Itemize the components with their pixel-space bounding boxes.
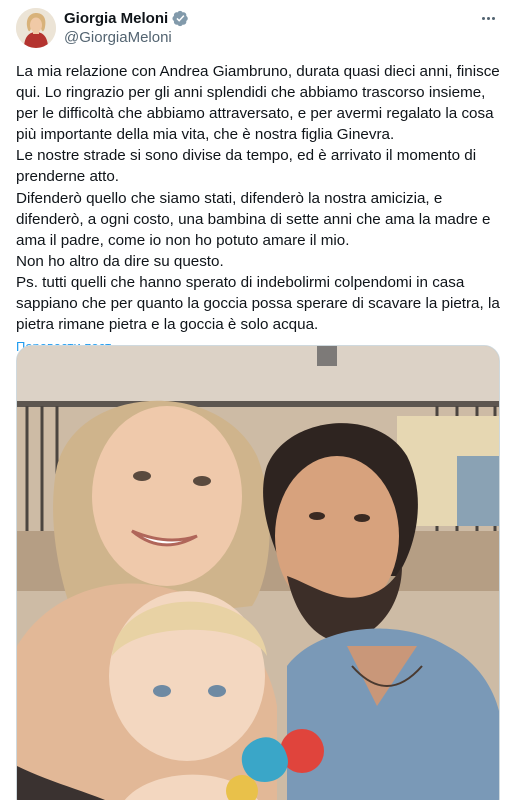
author-names: Giorgia Meloni @GiorgiaMeloni (64, 9, 189, 47)
media-photo[interactable] (16, 345, 500, 800)
tweet-header: Giorgia Meloni @GiorgiaMeloni (16, 8, 500, 48)
paragraph: La mia relazione con Andrea Giambruno, d… (16, 63, 500, 144)
family-photo-image (17, 346, 499, 800)
handle[interactable]: @GiorgiaMeloni (64, 28, 189, 47)
verified-badge-icon[interactable] (172, 10, 189, 27)
paragraph: Non ho altro da dire su questo. (16, 252, 224, 270)
tweet-text: La mia relazione con Andrea Giambruno, d… (16, 61, 500, 335)
name-row: Giorgia Meloni (64, 9, 189, 28)
avatar[interactable] (16, 8, 56, 48)
tweet: Giorgia Meloni @GiorgiaMeloni La mia rel… (0, 0, 516, 800)
more-options-icon[interactable] (476, 6, 500, 30)
paragraph: Difenderò quello che siamo stati, difend… (16, 189, 491, 249)
paragraph: Ps. tutti quelli che hanno sperato di in… (16, 273, 500, 334)
avatar-photo-icon (16, 8, 56, 48)
display-name[interactable]: Giorgia Meloni (64, 9, 168, 28)
paragraph: Le nostre strade si sono divise da tempo… (16, 147, 477, 186)
